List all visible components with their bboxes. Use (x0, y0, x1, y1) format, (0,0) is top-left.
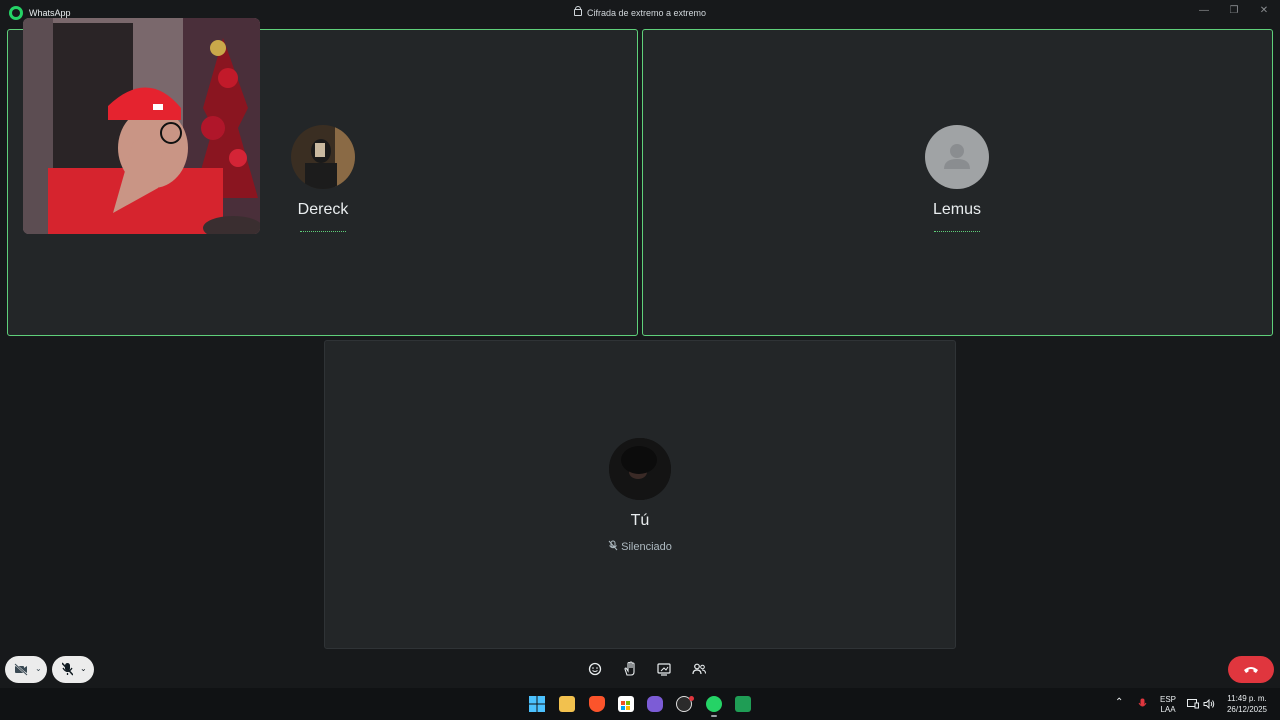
chevron-down-icon[interactable]: ⌄ (80, 664, 87, 673)
windows-taskbar (0, 688, 1280, 720)
video-off-icon (14, 663, 28, 676)
mic-off-icon (62, 662, 73, 676)
lock-icon (573, 6, 582, 16)
clock-date: 26/12/2025 (1226, 705, 1268, 714)
game-icon[interactable] (647, 696, 663, 712)
self-name: Tú (630, 512, 650, 529)
default-person-icon (925, 125, 989, 189)
whatsapp-icon[interactable] (706, 696, 722, 712)
screen-share-icon (657, 663, 671, 676)
mic-off-icon (608, 540, 618, 551)
close-button[interactable]: ✕ (1254, 3, 1274, 19)
reactions-button[interactable] (586, 660, 604, 678)
calling-indicator (934, 231, 980, 232)
raise-hand-icon (624, 661, 635, 676)
minimize-button[interactable]: — (1194, 3, 1214, 19)
windows-start-icon[interactable] (529, 696, 545, 712)
chevron-down-icon[interactable]: ⌄ (35, 664, 42, 673)
participant-name: Lemus (932, 201, 982, 218)
end-call-button[interactable] (1228, 656, 1274, 683)
volume-icon[interactable] (1203, 699, 1215, 709)
avatar (291, 125, 355, 189)
brave-icon[interactable] (589, 696, 605, 712)
app-icon[interactable] (735, 696, 751, 712)
encryption-text: Cifrada de extremo a extremo (586, 8, 707, 18)
tray-chevron-up-icon[interactable]: ⌃ (1115, 697, 1123, 708)
mic-toggle-button[interactable]: ⌄ (52, 656, 94, 683)
restore-button[interactable]: ❐ (1224, 3, 1244, 19)
share-screen-button[interactable] (655, 660, 673, 678)
language-code: ESP (1159, 695, 1176, 704)
microphone-icon[interactable] (1138, 698, 1147, 710)
file-explorer-icon[interactable] (559, 696, 575, 712)
participants-icon (692, 663, 706, 675)
store-icon[interactable] (618, 696, 634, 712)
calling-indicator (300, 231, 346, 232)
emoji-icon (588, 662, 602, 676)
self-status: Silenciado (540, 540, 740, 553)
self-tile: Tú Silenciado (324, 340, 956, 649)
self-avatar (609, 438, 671, 500)
participants-button[interactable] (690, 660, 708, 678)
network-icon[interactable] (1187, 699, 1199, 709)
phone-hangup-icon (1244, 667, 1258, 673)
video-toggle-button[interactable]: ⌄ (5, 656, 47, 683)
clock[interactable]: 11:49 p. m. 26/12/2025 (1220, 693, 1274, 715)
encryption-notice: Cifrada de extremo a extremo (0, 6, 1280, 18)
muted-label: Silenciado (621, 541, 672, 553)
keyboard-layout: LAA (1160, 705, 1176, 714)
self-video-preview[interactable] (23, 18, 260, 234)
clock-time: 11:49 p. m. (1227, 694, 1267, 703)
notification-badge (689, 696, 694, 701)
raise-hand-button[interactable] (621, 660, 639, 678)
active-app-indicator (711, 715, 717, 717)
participant-tile-lemus[interactable]: Lemus (642, 29, 1273, 336)
language-indicator[interactable]: ESP LAA (1156, 695, 1180, 715)
